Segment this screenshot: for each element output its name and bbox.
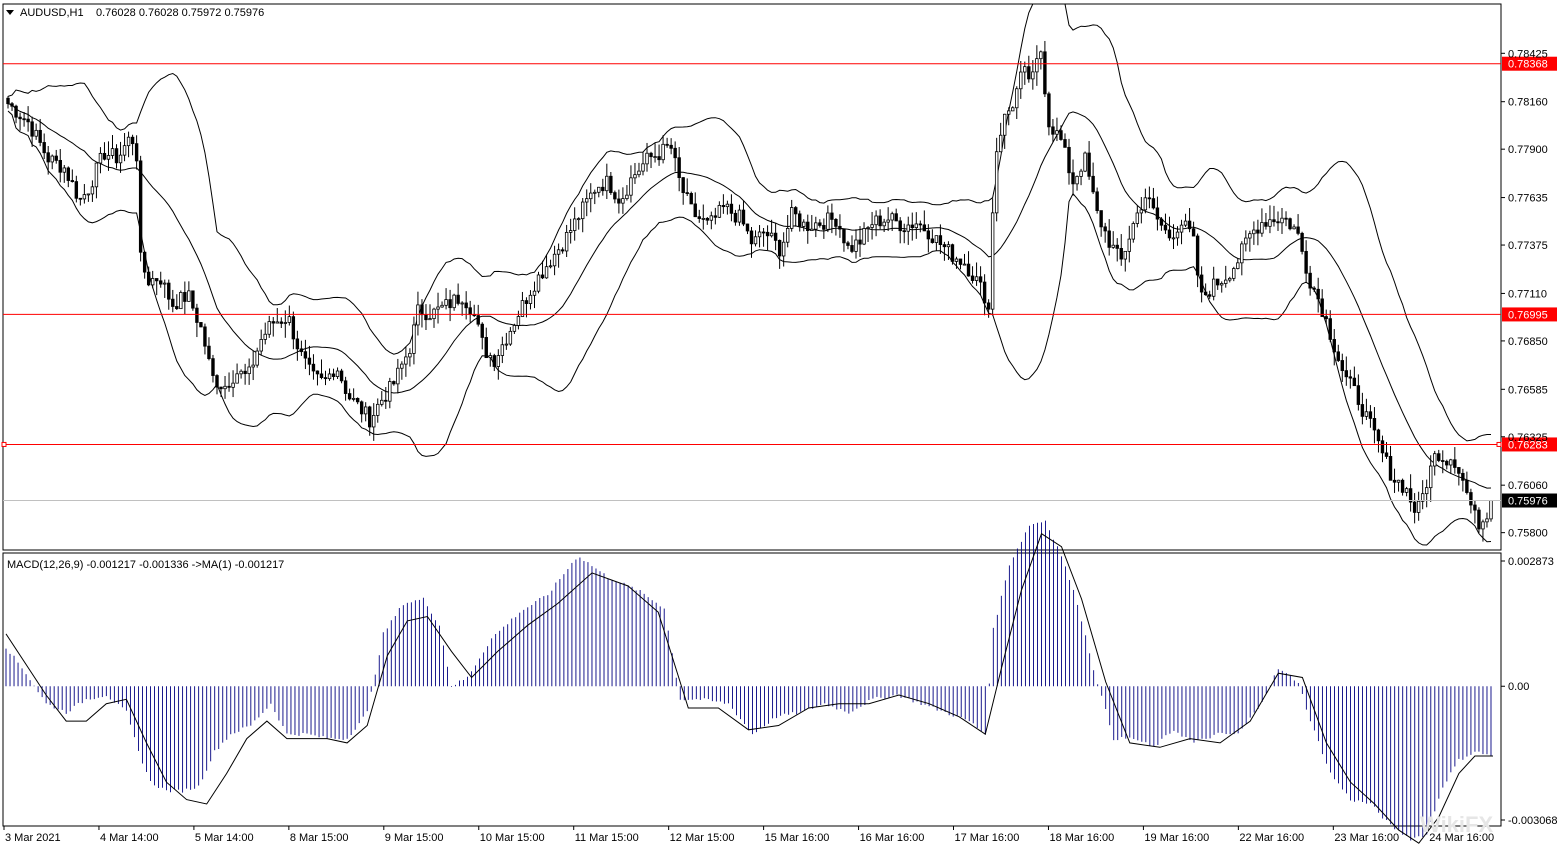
price-tick-label: 0.76060 [1508,480,1548,492]
candle [138,155,143,262]
price-tick-label: 0.77635 [1508,193,1548,205]
level-price-label: 0.78368 [1508,59,1548,71]
price-tick-label: 0.77900 [1508,144,1548,156]
candle [990,198,995,316]
level-anchor-handle[interactable] [1,441,7,447]
time-tick-label: 5 Mar 14:00 [195,832,254,844]
price-chart[interactable]: 0.783680.769950.762830.759760.758000.760… [0,0,1566,850]
time-tick-label: 19 Mar 16:00 [1144,832,1209,844]
macd-tick-label: -0.003068 [1508,815,1558,827]
time-tick-label: 16 Mar 16:00 [860,832,925,844]
time-tick-label: 23 Mar 16:00 [1334,832,1399,844]
candle [950,243,955,265]
price-tick-label: 0.75800 [1508,528,1548,540]
price-tick-label: 0.77375 [1508,240,1548,252]
time-tick-label: 11 Mar 15:00 [575,832,639,844]
watermark-logo: WikiFX [1420,812,1493,837]
macd-tick-label: 0.00 [1508,681,1529,693]
candle [1131,221,1136,243]
candle [1288,217,1292,231]
candle [1489,500,1493,522]
time-tick-label: 12 Mar 15:00 [670,832,735,844]
level-anchor-handle[interactable] [1496,441,1502,447]
candle [689,191,693,205]
candle [536,271,541,294]
time-tick-label: 10 Mar 15:00 [480,832,545,844]
chart-header: AUDUSD,H1 0.76028 0.76028 0.75972 0.7597… [6,7,264,19]
time-tick-label: 17 Mar 16:00 [955,832,1020,844]
time-tick-label: 15 Mar 16:00 [765,832,830,844]
price-tick-label: 0.76850 [1508,336,1548,348]
macd-header: MACD(12,26,9) -0.001217 -0.001336 ->MA(1… [7,559,284,571]
time-tick-label: 3 Mar 2021 [5,832,61,844]
candle [255,347,259,368]
level-price-label: 0.76995 [1508,309,1548,321]
candle [1083,151,1087,173]
time-tick-label: 4 Mar 14:00 [100,832,159,844]
price-tick-label: 0.78425 [1508,48,1548,60]
candle [191,290,195,311]
candle [1300,231,1304,255]
current-price-label: 0.75976 [1508,496,1548,508]
candle [1477,507,1481,534]
candle [199,322,203,328]
candle [179,290,183,310]
price-tick-label: 0.78160 [1508,97,1548,109]
price-tick-label: 0.76585 [1508,384,1548,396]
time-tick-label: 8 Mar 15:00 [290,832,349,844]
macd-tick-label: 0.002873 [1508,556,1554,568]
price-tick-label: 0.77110 [1508,288,1547,300]
ohlc-values: 0.76028 0.76028 0.75972 0.75976 [96,7,264,19]
symbol-label: AUDUSD,H1 [20,7,84,19]
candle [339,368,344,384]
time-tick-label: 18 Mar 16:00 [1049,832,1114,844]
time-tick-label: 9 Mar 15:00 [385,832,444,844]
price-tick-label: 0.76325 [1508,432,1548,444]
time-tick-label: 22 Mar 16:00 [1239,832,1304,844]
